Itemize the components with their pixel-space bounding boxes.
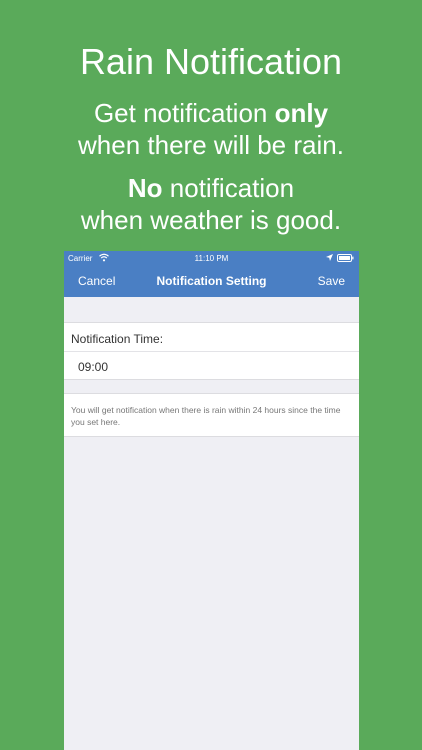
status-bar: Carrier 11:10 PM bbox=[64, 251, 359, 265]
promo-line-3-emphasis: No bbox=[127, 173, 163, 203]
save-button[interactable]: Save bbox=[318, 274, 345, 288]
info-section: You will get notification when there is … bbox=[64, 393, 359, 437]
promo-line-3: No notification bbox=[0, 172, 422, 204]
promo-line-2: when there will be rain. bbox=[78, 130, 344, 160]
notification-time-label: Notification Time: bbox=[71, 332, 164, 346]
info-text: You will get notification when there is … bbox=[71, 405, 341, 427]
promo-line-1-emphasis: only bbox=[274, 98, 329, 128]
notification-time-field[interactable]: 09:00 bbox=[78, 360, 108, 374]
promo-line-1-text: Get notification bbox=[93, 98, 275, 128]
status-time: 11:10 PM bbox=[194, 254, 229, 263]
notification-time-section: Notification Time: 09:00 bbox=[64, 322, 359, 380]
promo-line-4: when weather is good. bbox=[80, 205, 342, 235]
row-divider bbox=[64, 351, 359, 352]
promo-title: Rain Notification bbox=[79, 41, 343, 82]
phone-screen: Carrier 11:10 PM Cancel Notification Set… bbox=[64, 251, 359, 750]
nav-row: Cancel Notification Setting Save bbox=[64, 269, 359, 295]
promo-line-1: Get notification only bbox=[0, 97, 422, 129]
battery-icon bbox=[337, 254, 354, 262]
cancel-button[interactable]: Cancel bbox=[78, 274, 115, 288]
promo-line-3-text: notification bbox=[162, 173, 295, 203]
location-arrow-icon bbox=[326, 254, 333, 261]
navigation-bar: Carrier 11:10 PM Cancel Notification Set… bbox=[64, 251, 359, 297]
